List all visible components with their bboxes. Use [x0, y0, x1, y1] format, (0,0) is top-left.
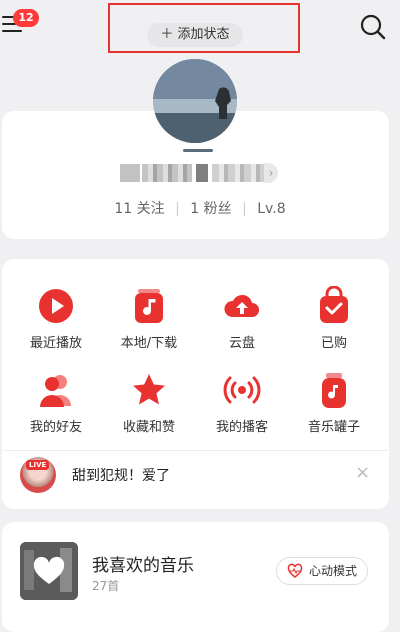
shortcut-cloud-drive[interactable]: 云盘 — [202, 286, 282, 351]
heart-mode-button[interactable]: 心动模式 — [276, 557, 368, 585]
avatar-image — [153, 59, 237, 143]
music-note-icon — [135, 289, 163, 323]
shortcut-local-download[interactable]: 本地/下载 — [109, 286, 189, 351]
shortcut-label: 已购 — [320, 336, 347, 351]
favorites-count: 27首 — [92, 579, 120, 593]
search-icon — [360, 14, 386, 40]
shortcut-label: 云盘 — [228, 336, 255, 351]
search-button[interactable] — [358, 12, 388, 42]
profile-stats: 11 关注 | 1 粉丝 | Lv.8 — [0, 198, 400, 218]
following-count[interactable]: 11 关注 — [114, 198, 164, 218]
stats-divider: | — [175, 201, 180, 217]
shortcut-label: 我的好友 — [29, 420, 82, 435]
friends-icon — [40, 375, 71, 407]
notification-badge[interactable]: 12 — [13, 9, 39, 27]
shortcut-favorites-likes[interactable]: 收藏和赞 — [109, 370, 189, 435]
followers-count[interactable]: 1 粉丝 — [190, 198, 231, 218]
avatar[interactable] — [153, 59, 237, 143]
live-banner-text[interactable]: 甜到犯规！爱了 — [72, 465, 170, 485]
user-level[interactable]: Lv.8 — [257, 201, 285, 217]
shortcut-music-jar[interactable]: 音乐罐子 — [294, 370, 374, 435]
favorites-cover[interactable] — [20, 542, 78, 600]
shortcut-label: 收藏和赞 — [122, 420, 175, 435]
heart-icon — [20, 542, 78, 600]
shopping-bag-icon — [320, 286, 348, 323]
shortcut-my-friends[interactable]: 我的好友 — [16, 370, 96, 435]
stats-divider: | — [242, 201, 247, 217]
heart-mode-label: 心动模式 — [308, 564, 357, 578]
shortcut-my-podcast[interactable]: 我的播客 — [202, 370, 282, 435]
music-jar-icon — [322, 373, 346, 408]
top-bar: 12 ＋ 添加状态 — [0, 0, 400, 60]
close-icon[interactable]: × — [355, 463, 370, 483]
broadcast-icon — [223, 376, 261, 404]
username-blur — [142, 164, 192, 182]
shortcut-label: 我的播客 — [215, 420, 268, 435]
username-blur — [196, 164, 208, 182]
shortcut-recent-play[interactable]: 最近播放 — [16, 286, 96, 351]
avatar-indicator — [183, 149, 213, 152]
shortcut-label: 本地/下载 — [120, 336, 178, 351]
heart-beat-icon — [287, 563, 303, 578]
favorites-title[interactable]: 我喜欢的音乐 — [92, 551, 194, 576]
cloud-upload-icon — [224, 294, 259, 317]
username-blur — [212, 164, 264, 182]
play-icon — [39, 289, 73, 323]
divider — [2, 450, 389, 451]
shortcut-purchased[interactable]: 已购 — [294, 286, 374, 351]
shortcut-label: 音乐罐子 — [307, 420, 360, 435]
live-badge: LIVE — [26, 460, 50, 470]
shortcut-label: 最近播放 — [29, 336, 82, 351]
add-status-button[interactable]: ＋ 添加状态 — [147, 23, 243, 47]
star-icon — [133, 374, 165, 405]
menu-icon-line — [2, 30, 22, 32]
username-blur — [120, 164, 140, 182]
